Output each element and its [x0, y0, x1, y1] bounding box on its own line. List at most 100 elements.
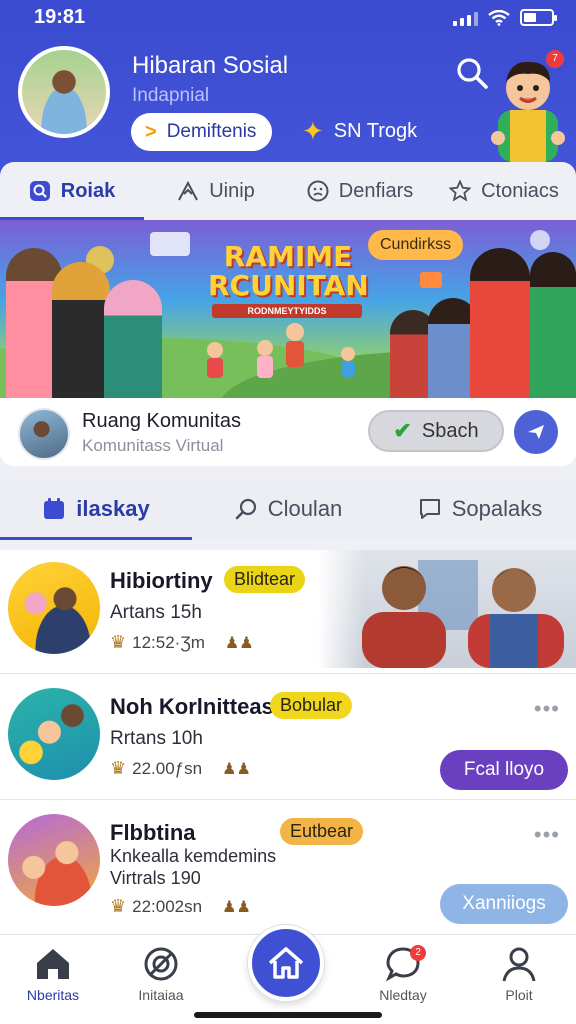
banner-person: [470, 248, 530, 398]
banner-person: [104, 280, 162, 398]
status-badge: Blidtear: [224, 566, 306, 593]
demo-pill-button[interactable]: > Demiftenis: [131, 113, 273, 151]
nav-item-profile[interactable]: Ploit: [464, 945, 574, 1003]
feed-item-meta: Artans 15h: [110, 602, 202, 623]
feed-photo-image: [362, 560, 564, 668]
feed-item-meta: Virtrals 190: [110, 868, 201, 888]
people-icon: ♟♟: [222, 760, 251, 778]
tab-roiak[interactable]: Roiak: [0, 162, 144, 220]
person-icon: [502, 947, 536, 982]
home-indicator: [194, 1012, 382, 1018]
chat-square-icon: [419, 499, 440, 519]
feed-item-stats: ♛ 22.00ƒsn ♟♟: [110, 758, 251, 779]
section-tab-cloulan[interactable]: Cloulan: [192, 478, 384, 540]
status-bar: 19:81: [0, 4, 576, 30]
feed-item[interactable]: Noh Korlnitteas Bobular ••• Rrtans 10h ♛…: [0, 676, 576, 800]
feed-photo[interactable]: [318, 550, 576, 668]
sparkle-icon: ✦: [302, 116, 324, 146]
smiley-icon: [307, 180, 329, 202]
house-icon: [268, 947, 304, 979]
nav-label: Nledtay: [379, 987, 427, 1003]
nav-item-nledtay[interactable]: Nledtay: [348, 945, 458, 1003]
feed-item-stats: ♛ 12:52·Ʒm ♟♟: [110, 632, 254, 653]
feed-item-name: Flbbtina: [110, 820, 196, 845]
feed-avatar[interactable]: [8, 562, 100, 654]
app-subtitle: Indapnial: [132, 85, 210, 106]
feed-action-button[interactable]: Fcal lloyo: [440, 750, 568, 790]
trophy-icon: ♛: [110, 758, 127, 778]
mountain-icon: [177, 180, 199, 202]
feed-item-name: Noh Korlnitteas: [110, 694, 274, 719]
feed-list: Hibiortiny Blidtear Artans 15h ♛ 12:52·Ʒ…: [0, 550, 576, 934]
people-icon: ♟♟: [222, 898, 251, 916]
status-time: 19:81: [34, 6, 86, 28]
banner-subtitle: RODNMEYTYIDDS: [212, 304, 362, 318]
magnifier-icon: [235, 498, 256, 520]
section-tab-sopalaks[interactable]: Sopalaks: [384, 478, 576, 540]
banner-person: [530, 252, 576, 398]
nav-label: Initaiaa: [138, 987, 184, 1003]
calendar-icon: [44, 498, 65, 519]
share-button[interactable]: [514, 410, 558, 454]
people-icon: ♟♟: [224, 634, 254, 652]
tab-denfiars[interactable]: Denfiars: [288, 162, 432, 220]
status-badge: Bobular: [270, 692, 353, 719]
chat-notification-badge: 2: [410, 945, 426, 961]
feed-item[interactable]: Hibiortiny Blidtear Artans 15h ♛ 12:52·Ʒ…: [0, 550, 576, 674]
banner-badge[interactable]: Cundirkss: [368, 230, 464, 260]
status-icons: [453, 9, 557, 26]
feed-action-button[interactable]: Xanniiogs: [440, 884, 568, 924]
star-outline-icon: [449, 180, 472, 202]
trending-link[interactable]: ✦ SN Trogk: [302, 118, 417, 144]
home-fab-button[interactable]: [248, 925, 324, 1001]
community-banner-card: RAMIME RCUNITAN RODNMEYTYIDDS Cundirkss …: [0, 220, 576, 466]
community-avatar[interactable]: [18, 408, 70, 460]
banner-title: RAMIME RCUNITAN: [208, 240, 369, 303]
tab-label: Uinip: [209, 179, 255, 202]
banner-image[interactable]: RAMIME RCUNITAN RODNMEYTYIDDS Cundirkss: [0, 220, 576, 398]
chevron-right-icon: >: [145, 120, 157, 143]
feed-avatar[interactable]: [8, 688, 100, 780]
tab-uinip[interactable]: Uinip: [144, 162, 288, 220]
profile-avatar[interactable]: [18, 46, 110, 138]
feed-item[interactable]: Flbbtina Eutbear ••• Knkealla kemdemins …: [0, 802, 576, 934]
section-tab-ilaskay[interactable]: ilaskay: [0, 478, 192, 540]
trophy-icon: ♛: [110, 896, 127, 916]
feed-item-name: Hibiortiny: [110, 568, 213, 593]
tab-label: Roiak: [60, 179, 116, 202]
feed-stats-value: 12:52·Ʒm: [132, 632, 205, 652]
more-icon[interactable]: •••: [534, 696, 560, 722]
notification-badge[interactable]: 7: [546, 50, 564, 68]
join-button-label: Sbach: [421, 419, 479, 442]
search-square-icon: [29, 180, 51, 202]
feed-item-description: Knkealla kemdemins: [110, 846, 277, 866]
nav-item-home[interactable]: Nberitas: [0, 945, 108, 1003]
app-title: Hibaran Sosial: [132, 52, 289, 79]
wifi-icon: [488, 9, 510, 26]
community-row: Ruang Komunitas Komunitass Virtual ✔ Sba…: [0, 398, 576, 466]
banner-person: [52, 262, 110, 398]
section-tab-label: Sopalaks: [451, 496, 543, 521]
section-tab-label: ilaskay: [76, 496, 150, 521]
tab-ctoniacs[interactable]: Ctoniacs: [432, 162, 576, 220]
trophy-icon: ♛: [110, 632, 127, 652]
trending-label: SN Trogk: [333, 119, 418, 142]
status-badge: Eutbear: [280, 818, 364, 845]
top-tab-bar: Roiak Uinip Denfiars Ctoniacs: [0, 162, 576, 220]
more-icon[interactable]: •••: [534, 822, 560, 848]
nav-item-initaiaa[interactable]: Initaiaa: [106, 945, 216, 1003]
search-icon[interactable]: [455, 56, 489, 90]
feed-avatar[interactable]: [8, 814, 100, 906]
section-tab-bar: ilaskay Cloulan Sopalaks: [0, 478, 576, 540]
nav-label: Nberitas: [26, 987, 80, 1003]
target-icon: [144, 947, 178, 981]
feed-stats-value: 22:002sn: [132, 896, 203, 916]
feed-item-stats: ♛ 22:002sn ♟♟: [110, 896, 251, 917]
battery-icon: [520, 9, 557, 26]
join-button[interactable]: ✔ Sbach: [368, 410, 504, 452]
pill-button-label: Demiftenis: [166, 121, 257, 142]
send-icon: [528, 425, 544, 439]
tab-label: Denfiars: [338, 179, 414, 202]
section-tab-label: Cloulan: [267, 496, 343, 521]
feed-item-meta: Rrtans 10h: [110, 728, 203, 749]
